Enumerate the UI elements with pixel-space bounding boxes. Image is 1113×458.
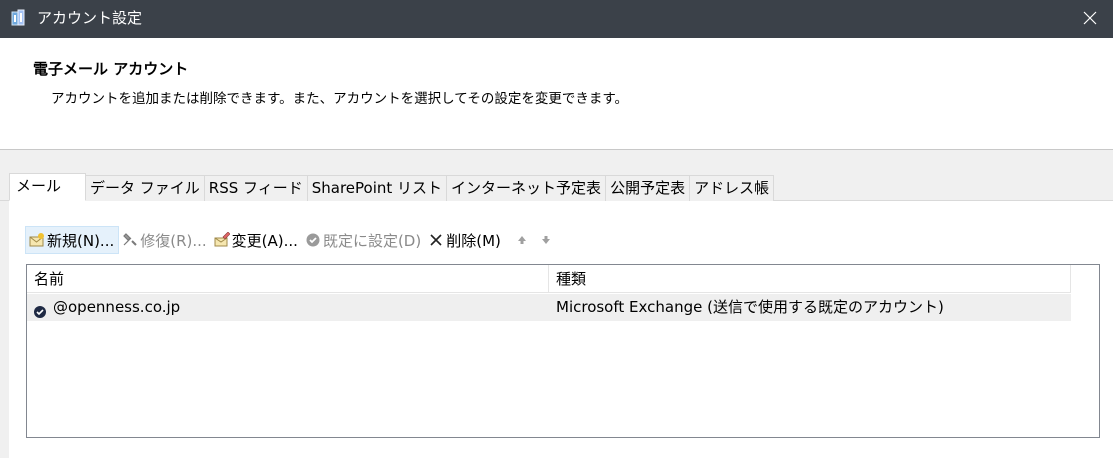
- table-row[interactable]: @openness.co.jp Microsoft Exchange (送信で使…: [27, 294, 1071, 321]
- change-icon: [214, 232, 230, 248]
- account-toolbar: 新規(N)... 修復(R)... 変更(A)... 既定に設定(D) 削除(M…: [25, 225, 553, 255]
- account-settings-icon: [9, 8, 29, 28]
- new-account-label: 新規(N)...: [47, 231, 115, 250]
- window-title: アカウント設定: [37, 9, 143, 27]
- tab-address-books[interactable]: アドレス帳: [690, 175, 775, 201]
- account-type: Microsoft Exchange (送信で使用する既定のアカウント): [556, 298, 944, 316]
- account-panel: メール データ ファイル RSS フィード SharePoint リスト インタ…: [0, 150, 1113, 458]
- default-account-check-icon: [33, 301, 47, 318]
- close-button[interactable]: [1067, 0, 1113, 38]
- repair-label: 修復(R)...: [140, 231, 207, 250]
- remove-label: 削除(M): [446, 231, 501, 250]
- move-down-icon[interactable]: [539, 232, 553, 248]
- remove-icon: [428, 232, 444, 248]
- accounts-list[interactable]: 名前 種類 @openness.co.jp Microsoft Exchange…: [26, 264, 1100, 438]
- tab-internet-calendars[interactable]: インターネット予定表: [447, 175, 607, 201]
- tab-mail[interactable]: メール: [9, 173, 87, 201]
- new-account-icon: [29, 232, 45, 248]
- tab-sharepoint-lists[interactable]: SharePoint リスト: [307, 175, 448, 201]
- change-label: 変更(A)...: [231, 231, 298, 250]
- account-name: @openness.co.jp: [53, 298, 181, 316]
- repair-icon: [122, 232, 138, 248]
- tab-rss-feeds[interactable]: RSS フィード: [204, 175, 308, 201]
- dialog-header: 電子メール アカウント アカウントを追加または削除できます。また、アカウントを選…: [0, 38, 1113, 150]
- tab-published-calendars[interactable]: 公開予定表: [606, 175, 691, 201]
- section-description: アカウントを追加または削除できます。また、アカウントを選択してその設定を変更でき…: [51, 91, 628, 107]
- account-name-cell: @openness.co.jp: [27, 294, 549, 321]
- close-icon: [1083, 10, 1097, 29]
- remove-button[interactable]: 削除(M): [425, 226, 505, 254]
- tab-data-files[interactable]: データ ファイル: [86, 175, 205, 201]
- tab-strip: メール データ ファイル RSS フィード SharePoint リスト インタ…: [9, 173, 775, 201]
- column-header-name[interactable]: 名前: [27, 265, 549, 293]
- new-account-button[interactable]: 新規(N)...: [25, 226, 120, 254]
- set-default-icon: [305, 232, 321, 248]
- list-header: 名前 種類: [27, 265, 1071, 293]
- mail-tab-content: 新規(N)... 修復(R)... 変更(A)... 既定に設定(D) 削除(M…: [9, 201, 1113, 458]
- column-header-type[interactable]: 種類: [549, 265, 1071, 293]
- set-default-button[interactable]: 既定に設定(D): [302, 226, 425, 254]
- change-button[interactable]: 変更(A)...: [211, 226, 302, 254]
- set-default-label: 既定に設定(D): [322, 231, 422, 250]
- section-heading: 電子メール アカウント: [33, 60, 189, 78]
- move-up-icon[interactable]: [515, 232, 529, 248]
- repair-button[interactable]: 修復(R)...: [119, 226, 210, 254]
- title-bar: アカウント設定: [0, 0, 1113, 38]
